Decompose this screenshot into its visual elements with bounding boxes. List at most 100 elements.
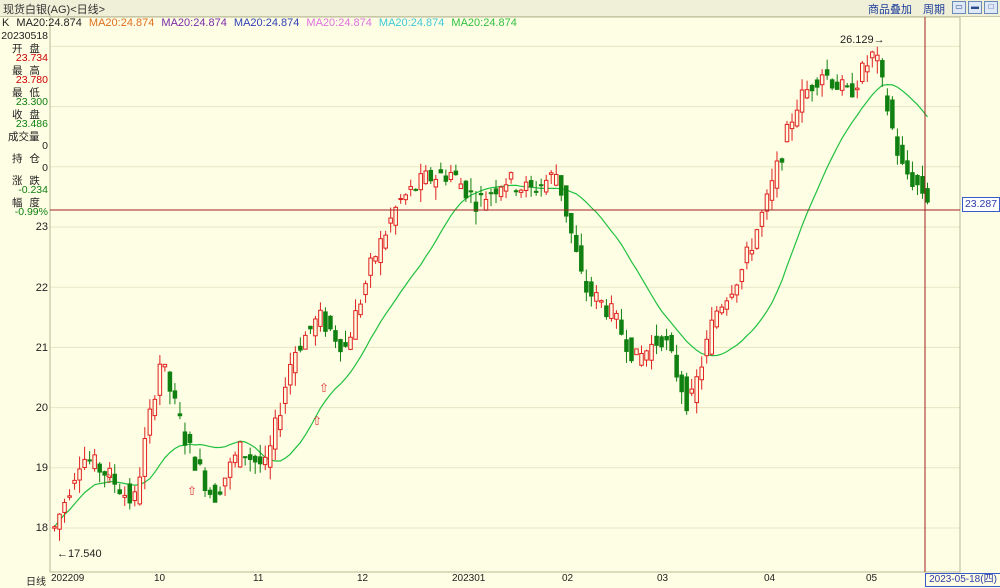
candle-body [257,456,263,465]
overlay-menu[interactable]: 商品叠加 [868,1,912,17]
window-title: 现货白银(AG)<日线> [3,4,106,16]
ma20-path [54,83,928,528]
candle-body [77,468,82,481]
candle-body [854,87,860,91]
candle-body [438,169,444,174]
candle-body [217,491,223,495]
candle-body [880,60,885,78]
low-marker: ←17.540 [57,548,102,560]
volume-value: 0 [42,140,48,152]
candle-body [87,459,92,462]
candle-body [117,489,122,495]
candle-body [624,339,629,352]
cursor-date-tag: 2023-05-18(四) [925,573,1000,587]
candle-body [569,212,574,234]
candle-body [157,363,163,396]
high-marker: 26.129→ [840,34,885,46]
candle-body [704,338,709,357]
candle-body [368,257,373,276]
candle-body [599,300,604,303]
candle-body [834,81,840,90]
candle-body [729,293,735,298]
candle-body [443,175,449,182]
window-titlebar: 现货白银(AG)<日线> 商品叠加 周期 ▭ ▬ □ [0,0,1000,17]
candle-body [82,458,87,468]
candle-body [323,311,328,332]
candle-body [308,325,313,330]
candle-body [413,188,418,191]
candle-body [875,54,880,62]
candlestick-chart[interactable] [0,0,1000,586]
candle-body [814,79,820,88]
candle-body [548,172,554,175]
candle-body [709,319,715,355]
candle-body [523,181,529,191]
candle-body [649,343,654,361]
candle-body [147,408,153,436]
candle-body [905,160,910,175]
candle-body [237,441,243,468]
candle-body [558,175,564,196]
candle-body [584,281,589,293]
buy-signal-icon: ⇧ [312,414,323,428]
candle-body [488,192,494,195]
candle-body [644,350,649,361]
candle-body [338,339,343,353]
candle-body [533,190,539,193]
candle-body [669,334,674,352]
candle-body [614,312,619,320]
x-tick-label: 202209 [51,573,85,584]
candle-body [212,484,218,503]
candle-body [860,62,865,83]
candle-body [493,188,499,195]
candle-body [408,186,413,190]
candle-body [273,417,278,450]
candle-body [659,336,664,348]
candle-body [122,494,128,498]
period-menu[interactable]: 周期 [923,1,945,17]
candle-body [252,455,258,463]
candle-body [589,281,594,297]
candle-body [694,376,699,404]
ma20-line [54,83,928,528]
maximize-icon[interactable]: □ [984,1,998,14]
candle-body [418,173,424,191]
candle-body [674,354,679,378]
minimize-icon[interactable]: ▬ [968,1,982,14]
buy-signal-icon: ⇧ [187,484,198,498]
volume-label: 成交量 [8,131,40,143]
candle-body [67,495,72,498]
x-tick-label: 202301 [452,573,486,584]
candle-body [222,477,228,487]
candle-body [127,483,133,504]
candle-body [699,366,704,381]
candle-body [754,229,760,249]
restore-icon[interactable]: ▭ [952,1,966,14]
ma-legend-item: MA20:24.874 [378,17,445,29]
candle-body [283,386,288,404]
ma-legend-item: MA20:24.874 [233,17,300,29]
candle-body [177,413,183,417]
candle-body [564,185,569,217]
candle-body [468,190,474,193]
candle-body [498,186,504,198]
candle-body [654,335,659,346]
candle-body [634,348,639,356]
candle-body [749,249,755,255]
candle-body [664,335,669,341]
candle-body [358,303,363,316]
candle-body [619,319,624,335]
ma-legend-item: MA20:24.874 [88,17,155,29]
candle-body [865,65,870,73]
candle-body [925,188,930,203]
pct-value: -0.99% [14,206,48,218]
candle-body [684,376,689,412]
candle-body [714,310,720,328]
candle-body [920,176,925,194]
candle-body [734,284,740,296]
candle-body [187,434,193,443]
candle-body [739,269,745,282]
candle-body [910,172,915,187]
candle-body [579,245,584,272]
candle-body [202,470,208,492]
